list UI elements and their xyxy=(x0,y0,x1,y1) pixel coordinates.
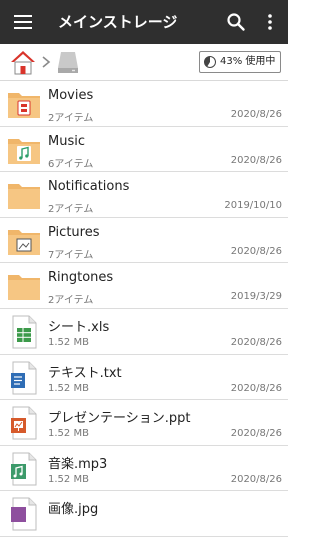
item-date: 2020/8/26 xyxy=(230,382,282,394)
list-item[interactable]: Movies 2アイテム 2020/8/26 xyxy=(0,81,288,127)
folder-music-icon xyxy=(8,138,40,164)
storage-drive-icon[interactable] xyxy=(56,50,80,74)
item-date: 2020/8/26 xyxy=(230,473,282,485)
list-item[interactable]: プレゼンテーション.ppt 1.52 MB 2020/8/26 xyxy=(0,400,288,446)
item-detail: 2アイテム xyxy=(48,295,94,307)
home-icon[interactable] xyxy=(10,49,36,75)
item-detail: 1.52 MB xyxy=(48,337,89,348)
audio-file-icon xyxy=(11,452,37,486)
list-item[interactable]: Notifications 2アイテム 2019/10/10 xyxy=(0,172,288,218)
more-options-icon[interactable] xyxy=(260,12,280,32)
list-item[interactable]: Music 6アイテム 2020/8/26 xyxy=(0,127,288,173)
item-date: 2019/3/29 xyxy=(230,291,282,303)
item-detail: 1.52 MB xyxy=(48,382,89,394)
list-item[interactable]: Ringtones 2アイテム 2019/3/29 xyxy=(0,263,288,309)
item-date: 2020/8/26 xyxy=(230,154,282,166)
app-bar: メインストレージ xyxy=(0,0,288,44)
item-name: シート.xls xyxy=(48,320,110,335)
search-icon[interactable] xyxy=(226,12,246,32)
list-item[interactable]: シート.xls 1.52 MB 2020/8/26 xyxy=(0,309,288,355)
item-detail: 6アイテム xyxy=(48,158,94,170)
list-item[interactable]: Pictures 7アイテム 2020/8/26 xyxy=(0,218,288,264)
item-name: Music xyxy=(48,133,85,149)
item-name: Pictures xyxy=(48,224,100,240)
item-detail: 2アイテム xyxy=(48,113,94,124)
item-name: Ringtones xyxy=(48,270,114,286)
storage-usage-badge[interactable]: 43% 使用中 xyxy=(199,51,281,73)
page-title: メインストレージ xyxy=(58,13,178,31)
item-date: 2020/8/26 xyxy=(230,109,282,120)
item-date: 2020/8/26 xyxy=(230,245,282,257)
item-detail: 1.52 MB xyxy=(48,428,89,440)
storage-usage-label: 43% 使用中 xyxy=(220,56,276,67)
text-file-icon xyxy=(11,361,37,395)
item-detail: 7アイテム xyxy=(48,249,94,261)
spreadsheet-file-icon xyxy=(12,315,37,349)
folder-icon xyxy=(8,184,40,210)
list-item[interactable]: 画像.jpg xyxy=(0,491,288,537)
list-item[interactable]: テキスト.txt 1.52 MB 2020/8/26 xyxy=(0,355,288,401)
item-detail: 2アイテム xyxy=(48,204,94,216)
item-name: Notifications xyxy=(48,179,130,195)
item-date: 2019/10/10 xyxy=(224,200,282,212)
chevron-right-icon xyxy=(42,56,51,68)
item-name: テキスト.txt xyxy=(48,365,122,381)
item-detail: 1.52 MB xyxy=(48,473,89,485)
item-name: 画像.jpg xyxy=(48,502,99,518)
usage-pie-icon xyxy=(204,56,216,68)
item-date: 2020/8/26 xyxy=(230,428,282,440)
list-item[interactable]: 音楽.mp3 1.52 MB 2020/8/26 xyxy=(0,446,288,492)
image-file-icon xyxy=(11,497,37,531)
item-name: プレゼンテーション.ppt xyxy=(48,411,191,427)
item-name: 音楽.mp3 xyxy=(48,456,108,472)
item-date: 2020/8/26 xyxy=(230,337,282,348)
folder-movie-icon xyxy=(8,93,40,118)
item-name: Movies xyxy=(48,88,94,103)
folder-picture-icon xyxy=(8,229,40,255)
presentation-file-icon xyxy=(11,406,37,440)
menu-icon[interactable] xyxy=(14,14,32,30)
path-bar: 43% 使用中 xyxy=(0,44,288,81)
folder-icon xyxy=(8,275,40,301)
